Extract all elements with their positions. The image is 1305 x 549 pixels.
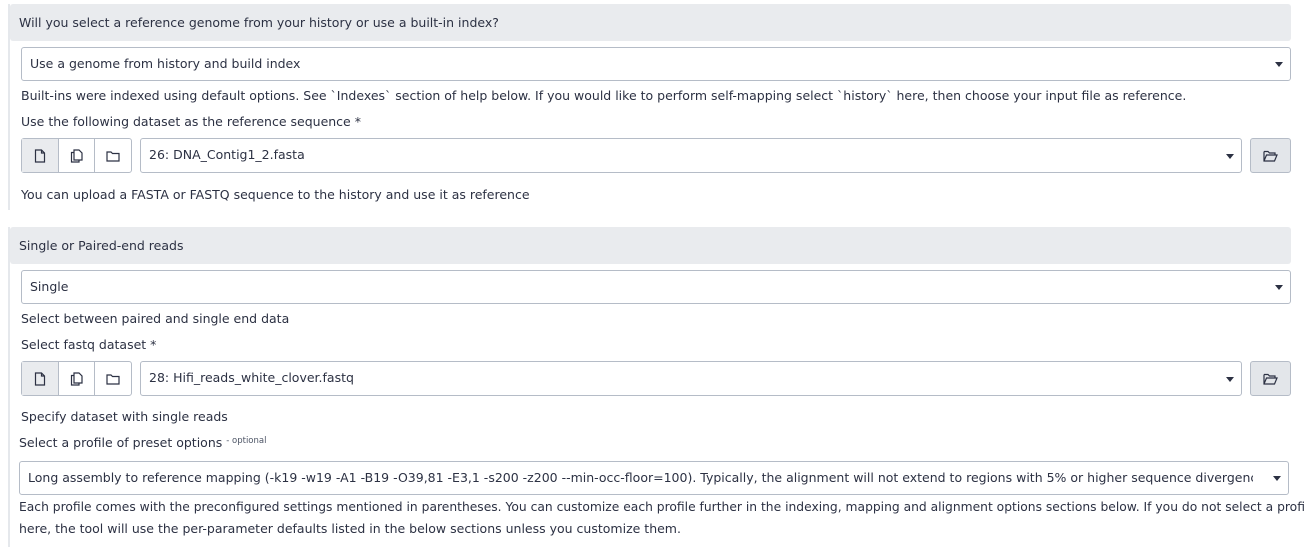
caret-down-icon bbox=[1273, 476, 1281, 481]
folder-open-icon bbox=[1263, 150, 1278, 162]
reads-dataset-select[interactable]: 28: Hifi_reads_white_clover.fastq bbox=[140, 361, 1242, 396]
caret-down-icon bbox=[1275, 285, 1283, 290]
browse-reference-button[interactable] bbox=[1250, 138, 1291, 173]
reads-section: Single or Paired-end reads Single Select… bbox=[8, 227, 1291, 547]
single-dataset-button[interactable] bbox=[22, 362, 59, 395]
reads-dataset-help: Specify dataset with single reads bbox=[21, 409, 228, 424]
profile-label: Select a profile of preset options - opt… bbox=[19, 435, 267, 450]
reference-source-select[interactable]: Use a genome from history and build inde… bbox=[21, 47, 1291, 81]
folder-icon bbox=[106, 150, 120, 162]
reads-mode-help: Select between paired and single end dat… bbox=[21, 311, 290, 326]
reference-dataset-select[interactable]: 26: DNA_Contig1_2.fasta bbox=[140, 138, 1242, 173]
optional-tag: - optional bbox=[226, 436, 267, 446]
reads-mode-select[interactable]: Single bbox=[21, 270, 1291, 304]
reference-dataset-help: You can upload a FASTA or FASTQ sequence… bbox=[21, 187, 530, 202]
caret-down-icon bbox=[1226, 377, 1234, 382]
dataset-collection-button[interactable] bbox=[95, 139, 131, 172]
required-mark: * bbox=[150, 337, 157, 352]
reads-dataset-label: Select fastq dataset * bbox=[21, 337, 157, 352]
reference-source-value: Use a genome from history and build inde… bbox=[30, 56, 301, 71]
caret-down-icon bbox=[1275, 62, 1283, 67]
multiple-datasets-button[interactable] bbox=[59, 362, 96, 395]
reference-source-help: Built-ins were indexed using default opt… bbox=[21, 88, 1187, 103]
multiple-datasets-button[interactable] bbox=[59, 139, 96, 172]
folder-icon bbox=[106, 373, 120, 385]
reads-mode-value: Single bbox=[30, 279, 69, 294]
reference-dataset-label: Use the following dataset as the referen… bbox=[21, 114, 361, 129]
profile-help-line2: here, the tool will use the per-paramete… bbox=[19, 521, 681, 536]
reference-dataset-value: 26: DNA_Contig1_2.fasta bbox=[149, 147, 305, 162]
folder-open-icon bbox=[1263, 373, 1278, 385]
required-mark: * bbox=[354, 114, 361, 129]
file-icon bbox=[34, 148, 46, 163]
profile-select[interactable]: Long assembly to reference mapping (-k19… bbox=[19, 461, 1289, 495]
browse-reads-button[interactable] bbox=[1250, 361, 1291, 396]
reference-section-header: Will you select a reference genome from … bbox=[10, 4, 1291, 41]
single-dataset-button[interactable] bbox=[22, 139, 59, 172]
file-icon bbox=[34, 371, 46, 386]
profile-help-line1: Each profile comes with the preconfigure… bbox=[19, 500, 1305, 514]
caret-down-icon bbox=[1226, 154, 1234, 159]
dataset-collection-button[interactable] bbox=[95, 362, 131, 395]
profile-select-value: Long assembly to reference mapping (-k19… bbox=[28, 470, 1253, 485]
files-icon bbox=[70, 371, 83, 386]
reference-section: Will you select a reference genome from … bbox=[8, 4, 1291, 210]
reads-section-header: Single or Paired-end reads bbox=[10, 227, 1291, 264]
reference-dataset-type-toggle bbox=[21, 138, 132, 173]
reads-dataset-type-toggle bbox=[21, 361, 132, 396]
files-icon bbox=[70, 148, 83, 163]
reads-dataset-value: 28: Hifi_reads_white_clover.fastq bbox=[149, 370, 354, 385]
